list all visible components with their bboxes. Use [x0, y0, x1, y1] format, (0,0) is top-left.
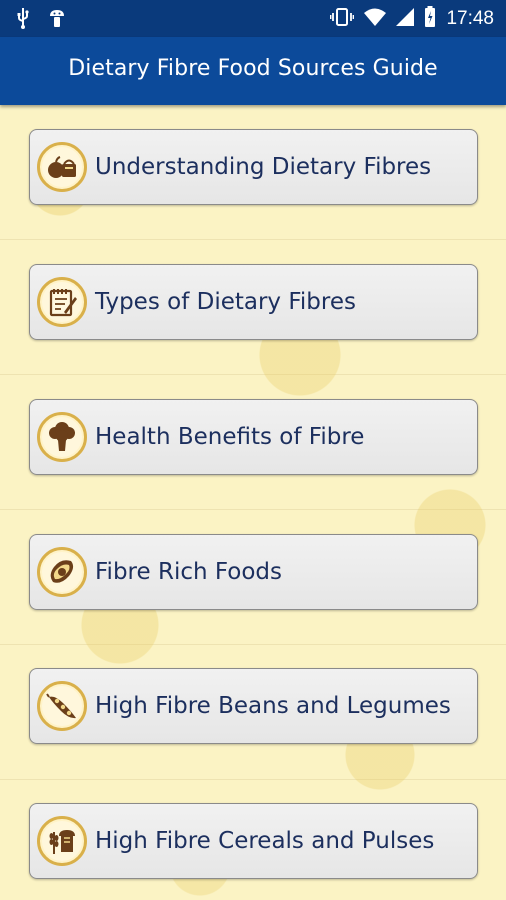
android-icon — [48, 7, 66, 33]
app-toolbar: Dietary Fibre Food Sources Guide — [0, 37, 506, 105]
menu-button-label: Understanding Dietary Fibres — [95, 154, 432, 180]
signal-icon — [396, 8, 415, 30]
usb-icon — [16, 7, 30, 33]
bread-wheat-icon — [37, 816, 87, 866]
food-basket-icon — [37, 142, 87, 192]
menu-button-types-of-dietary-fibres[interactable]: Types of Dietary Fibres — [29, 264, 478, 340]
status-right: 17:48 — [330, 6, 494, 32]
menu-button-health-benefits-of-fibre[interactable]: Health Benefits of Fibre — [29, 399, 478, 475]
vibrate-icon — [330, 7, 355, 31]
broccoli-icon — [37, 412, 87, 462]
page-title: Dietary Fibre Food Sources Guide — [68, 56, 438, 81]
menu-button-label: Health Benefits of Fibre — [95, 424, 365, 450]
status-time: 17:48 — [446, 8, 494, 29]
wifi-icon — [364, 8, 387, 30]
menu-button-label: High Fibre Beans and Legumes — [95, 693, 451, 719]
avocado-icon — [37, 547, 87, 597]
menu-button-label: Types of Dietary Fibres — [95, 289, 356, 315]
menu-button-label: Fibre Rich Foods — [95, 559, 282, 585]
menu-button-understanding-dietary-fibres[interactable]: Understanding Dietary Fibres — [29, 129, 478, 205]
menu-button-fibre-rich-foods[interactable]: Fibre Rich Foods — [29, 534, 478, 610]
status-bar: 17:48 — [0, 0, 506, 37]
content-area: Understanding Dietary Fibres Types of Di… — [0, 105, 506, 900]
menu-button-label: High Fibre Cereals and Pulses — [95, 828, 435, 854]
menu-button-high-fibre-cereals-and-pulses[interactable]: High Fibre Cereals and Pulses — [29, 803, 478, 879]
notepad-icon — [37, 277, 87, 327]
menu-button-high-fibre-beans-and-legumes[interactable]: High Fibre Beans and Legumes — [29, 668, 478, 744]
bean-pod-icon — [37, 681, 87, 731]
status-left — [16, 7, 66, 33]
battery-icon — [424, 6, 436, 32]
